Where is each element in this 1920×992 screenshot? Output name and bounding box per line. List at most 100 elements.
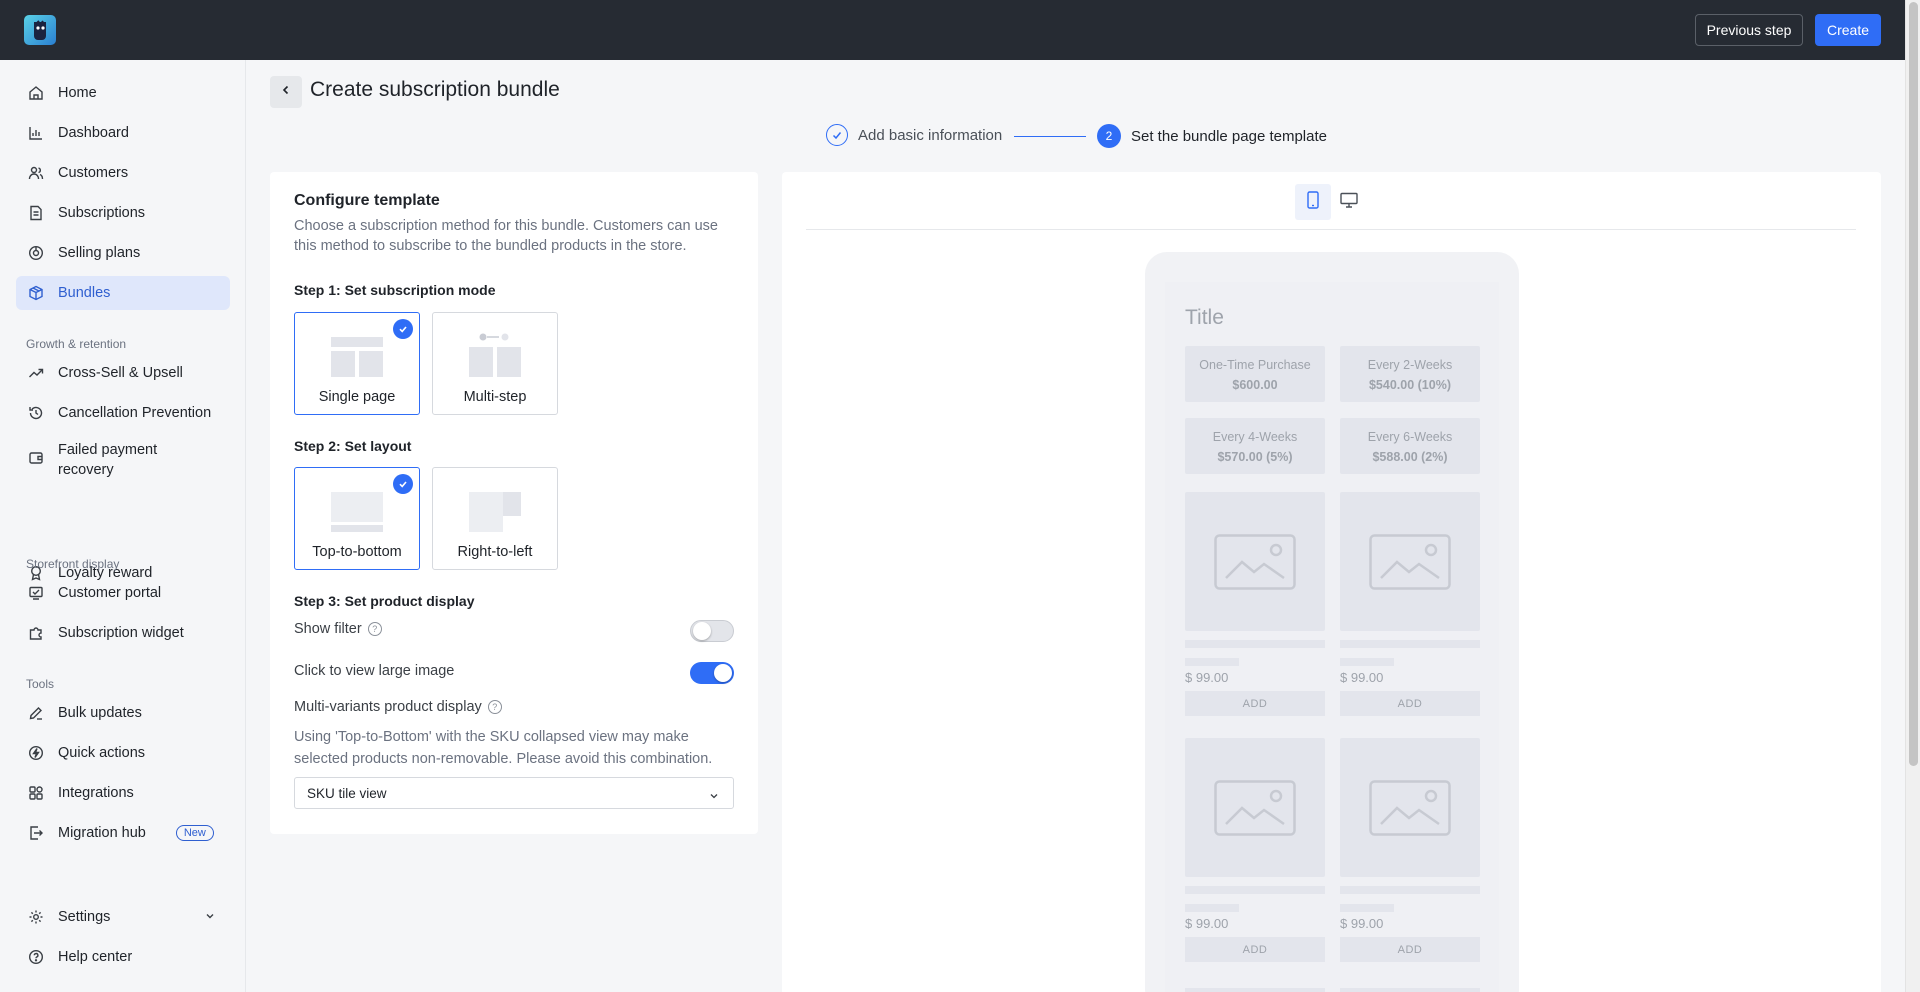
- product-price: $ 99.00: [1340, 670, 1384, 685]
- option-multi-step[interactable]: Multi-step: [432, 312, 558, 415]
- previous-step-button[interactable]: Previous step: [1695, 14, 1803, 46]
- product-card: $ 99.00 ADD: [1340, 738, 1480, 992]
- top-bar: Previous step Create: [0, 0, 1905, 60]
- add-button[interactable]: ADD: [1340, 691, 1480, 716]
- document-icon: [28, 205, 44, 221]
- desktop-view-button[interactable]: [1331, 184, 1367, 220]
- help-circle-icon[interactable]: ?: [487, 700, 502, 714]
- variant-placeholder: [1340, 658, 1394, 666]
- sidebar-item-subscription-widget[interactable]: Subscription widget: [16, 616, 230, 650]
- plan-price: $570.00 (5%): [1217, 450, 1293, 464]
- group-title-storefront-display: Storefront display: [26, 557, 120, 571]
- sidebar-item-migration-hub[interactable]: Migration hub New: [16, 816, 230, 850]
- next-row-placeholder: [1340, 988, 1480, 992]
- plan-option[interactable]: Every 6-Weeks $588.00 (2%): [1340, 418, 1480, 474]
- mobile-view-button[interactable]: [1295, 184, 1331, 220]
- option-right-to-left[interactable]: Right-to-left: [432, 467, 558, 570]
- multi-step-illustration: [469, 333, 521, 382]
- step-add-basic-information[interactable]: Add basic information: [826, 124, 1002, 146]
- page-scrollbar[interactable]: [1905, 0, 1920, 992]
- step2-heading: Step 2: Set layout: [294, 438, 412, 454]
- plan-option[interactable]: One-Time Purchase $600.00: [1185, 346, 1325, 402]
- card-title: Configure template: [294, 192, 440, 209]
- sidebar-item-label: Customer portal: [58, 585, 162, 601]
- sidebar-item-settings[interactable]: Settings: [16, 900, 230, 934]
- add-button[interactable]: ADD: [1185, 937, 1325, 962]
- sidebar-item-customers[interactable]: Customers: [16, 156, 230, 190]
- check-circle-icon: [826, 124, 848, 146]
- next-row-placeholder: [1185, 988, 1325, 992]
- back-button[interactable]: [270, 76, 302, 108]
- checkmark-icon: [393, 319, 413, 339]
- sidebar-item-selling-plans[interactable]: Selling plans: [16, 236, 230, 270]
- right-to-left-illustration: [469, 488, 521, 537]
- sidebar-item-bundles[interactable]: Bundles: [16, 276, 230, 310]
- sidebar-item-label: Home: [58, 85, 97, 101]
- sidebar-item-cross-sell[interactable]: Cross-Sell & Upsell: [16, 356, 230, 390]
- sidebar-item-home[interactable]: Home: [16, 76, 230, 110]
- step-number: 2: [1097, 124, 1121, 148]
- card-description: Choose a subscription method for this bu…: [294, 218, 718, 254]
- large-image-toggle[interactable]: [690, 662, 734, 684]
- step-set-bundle-page-template[interactable]: 2 Set the bundle page template: [1097, 124, 1327, 148]
- create-button[interactable]: Create: [1815, 14, 1881, 46]
- sidebar-item-bulk-updates[interactable]: Bulk updates: [16, 696, 230, 730]
- sidebar-item-failed-payment-recovery[interactable]: Failed payment recovery: [16, 436, 230, 480]
- group-title-tools: Tools: [26, 677, 55, 691]
- sidebar-item-label: Settings: [58, 909, 111, 925]
- variant-placeholder: [1185, 658, 1239, 666]
- sidebar-item-quick-actions[interactable]: Quick actions: [16, 736, 230, 770]
- sidebar-item-label: Quick actions: [58, 745, 146, 761]
- sidebar-item-label: Selling plans: [58, 245, 141, 261]
- option-single-page[interactable]: Single page: [294, 312, 420, 415]
- name-placeholder: [1185, 640, 1325, 648]
- page-title: Create subscription bundle: [310, 78, 560, 101]
- gear-icon: [28, 909, 44, 925]
- help-circle-icon[interactable]: ?: [367, 622, 382, 636]
- sidebar-item-label: Subscription widget: [58, 625, 184, 641]
- scrollbar-thumb[interactable]: [1909, 2, 1918, 766]
- users-icon: [28, 165, 44, 181]
- plan-option[interactable]: Every 4-Weeks $570.00 (5%): [1185, 418, 1325, 474]
- chevron-down-icon: [709, 789, 719, 804]
- sidebar-item-help-center[interactable]: Help center: [16, 940, 230, 974]
- toggle-knob: [693, 622, 711, 640]
- migration-icon: [28, 825, 44, 841]
- show-filter-toggle[interactable]: [690, 620, 734, 642]
- product-price: $ 99.00: [1185, 670, 1229, 685]
- step-label: Set the bundle page template: [1131, 127, 1327, 145]
- chevron-left-icon: [280, 83, 292, 101]
- plan-price: $600.00: [1232, 378, 1278, 392]
- plan-option[interactable]: Every 2-Weeks $540.00 (10%): [1340, 346, 1480, 402]
- sidebar-item-label: Cancellation Prevention: [58, 405, 212, 421]
- option-label: Single page: [318, 389, 396, 405]
- multi-variants-row: Multi-variants product display ?: [294, 699, 502, 715]
- sidebar-item-subscriptions[interactable]: Subscriptions: [16, 196, 230, 230]
- sidebar-item-integrations[interactable]: Integrations: [16, 776, 230, 810]
- step1-heading: Step 1: Set subscription mode: [294, 282, 496, 298]
- plan-name: Every 6-Weeks: [1367, 430, 1453, 444]
- phone-mockup: Title One-Time Purchase $600.00 Every 2-…: [1145, 252, 1519, 992]
- sidebar-item-label: Help center: [58, 949, 133, 965]
- sidebar-item-customer-portal[interactable]: Customer portal: [16, 576, 230, 610]
- desktop-icon: [1340, 192, 1358, 213]
- variant-placeholder: [1340, 904, 1394, 912]
- sidebar-item-cancellation-prevention[interactable]: Cancellation Prevention: [16, 396, 230, 430]
- trend-up-icon: [28, 365, 44, 381]
- sidebar: Home Dashboard Customers Subscriptions S…: [0, 60, 246, 992]
- app-logo[interactable]: [24, 15, 56, 45]
- step-label: Add basic information: [858, 126, 1003, 144]
- single-page-illustration: [331, 333, 383, 382]
- toggle-knob: [714, 664, 732, 682]
- add-button[interactable]: ADD: [1185, 691, 1325, 716]
- template-preview-card: Title One-Time Purchase $600.00 Every 2-…: [782, 172, 1881, 992]
- add-button[interactable]: ADD: [1340, 937, 1480, 962]
- multi-variants-label: Multi-variants product display: [294, 699, 482, 715]
- sidebar-item-dashboard[interactable]: Dashboard: [16, 116, 230, 150]
- step-connector: [1014, 136, 1086, 137]
- history-icon: [28, 405, 44, 421]
- sidebar-item-label: Bulk updates: [58, 705, 142, 721]
- option-top-to-bottom[interactable]: Top-to-bottom: [294, 467, 420, 570]
- new-badge: New: [175, 825, 214, 841]
- product-display-select[interactable]: SKU tile view: [294, 777, 734, 809]
